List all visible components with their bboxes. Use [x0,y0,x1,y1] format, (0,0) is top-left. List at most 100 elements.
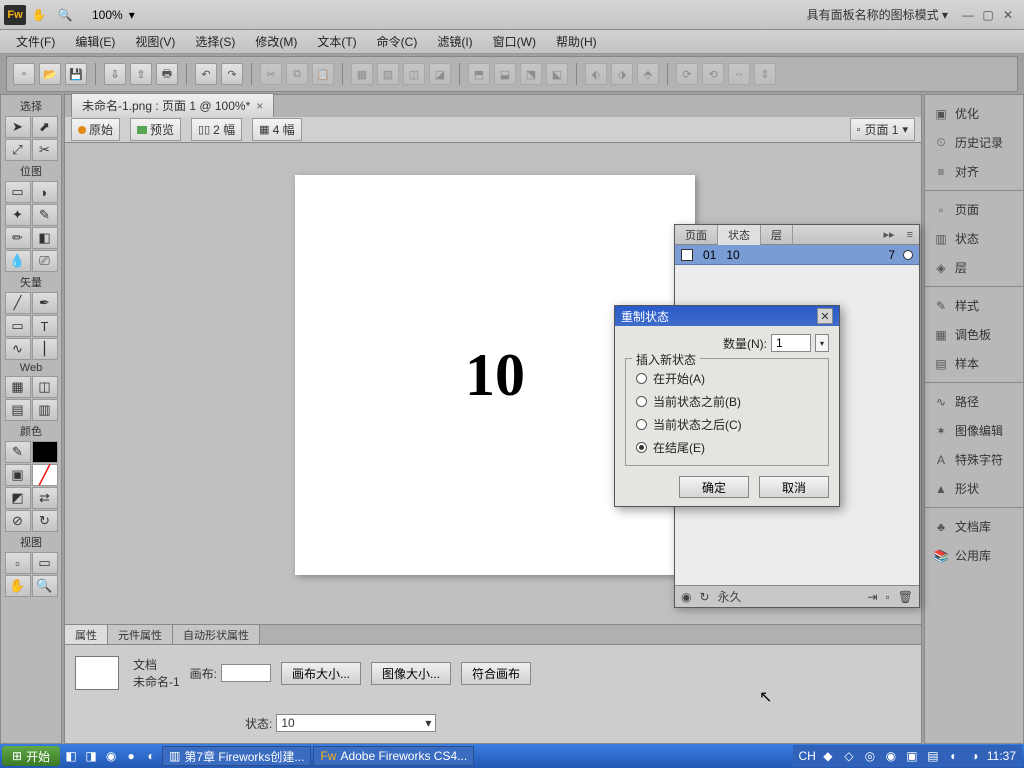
tray-icon[interactable]: ◑ [966,747,984,765]
clock[interactable]: 11:37 [987,749,1016,763]
cancel-button[interactable]: 取消 [759,476,829,498]
panel-layers[interactable]: ◈层 [925,253,1023,282]
lasso-tool-icon[interactable]: ◗ [32,181,58,203]
panel-styles[interactable]: ✎样式 [925,291,1023,320]
stamp-tool-icon[interactable]: ⎚ [32,250,58,272]
swap-colors-icon[interactable]: ⇄ [32,487,58,509]
view-4up-button[interactable]: ▦ 4 幅 [252,118,301,141]
bring-front-icon[interactable]: ⬒ [468,63,490,85]
menu-file[interactable]: 文件(F) [6,31,65,52]
panel-pages[interactable]: ▫页面 [925,195,1023,224]
menu-select[interactable]: 选择(S) [185,31,245,52]
zoom-level[interactable]: 100% ▾ [86,8,135,22]
taskbar-item[interactable]: FwAdobe Fireworks CS4... [313,746,474,766]
minimize-icon[interactable]: — [960,8,976,22]
menu-view[interactable]: 视图(V) [125,31,185,52]
align-left-icon[interactable]: ⬖ [585,63,607,85]
group-icon[interactable]: ▦ [351,63,373,85]
canvas-color-swatch[interactable] [221,664,271,682]
scale-tool-icon[interactable]: ⤢ [5,139,31,161]
close-tab-icon[interactable]: × [256,99,263,113]
doc-tab[interactable]: 未命名-1.png : 页面 1 @ 100%* × [71,93,274,117]
quantity-input[interactable] [771,334,811,352]
stroke-color-icon[interactable]: ✎ [5,441,31,463]
image-size-button[interactable]: 图像大小... [371,662,451,685]
view-preview-button[interactable]: 预览 [130,118,181,141]
hand-tool-icon[interactable]: ✋ [30,6,48,24]
default-colors-icon[interactable]: ◩ [5,487,31,509]
quicklaunch-icon[interactable]: ● [122,747,140,765]
tray-icon[interactable]: ▣ [903,747,921,765]
ungroup-icon[interactable]: ▧ [377,63,399,85]
menu-commands[interactable]: 命令(C) [367,31,428,52]
no-color-icon[interactable]: ⊘ [5,510,31,532]
collapse-icon[interactable]: ▸▸ [878,228,901,241]
delete-state-icon[interactable]: 🗑 [898,590,913,604]
text-tool-icon[interactable]: T [32,315,58,337]
radio-begin[interactable]: 在开始(A) [636,367,818,390]
loop-icon[interactable]: ↻ [699,590,709,604]
subselect-tool-icon[interactable]: ⬈ [32,116,58,138]
close-icon[interactable]: ✕ [1000,8,1016,22]
flip-h-icon[interactable]: ⇔ [728,63,750,85]
hotspot-tool-icon[interactable]: ▦ [5,376,31,398]
show-slice-icon[interactable]: ▥ [32,399,58,421]
quicklaunch-icon[interactable]: ◨ [82,747,100,765]
workspace-switcher[interactable]: 具有面板名称的图标模式 ▾ [799,6,956,23]
states-panel-header[interactable]: 页面 状态 层 ▸▸ ≡ [675,225,919,245]
ok-button[interactable]: 确定 [679,476,749,498]
panel-history[interactable]: ⏲历史记录 [925,128,1023,157]
rotate-ccw-icon[interactable]: ⟲ [702,63,724,85]
distribute-icon[interactable]: ⇥ [867,590,877,604]
send-backward-icon[interactable]: ⬕ [546,63,568,85]
wand-tool-icon[interactable]: ✦ [5,204,31,226]
panel-samples[interactable]: ▤样本 [925,349,1023,378]
hide-slice-icon[interactable]: ▤ [5,399,31,421]
send-back-icon[interactable]: ⬔ [520,63,542,85]
bring-forward-icon[interactable]: ⬓ [494,63,516,85]
taskbar-item[interactable]: ▥第7章 Fireworks创建... [162,746,311,766]
line-tool-icon[interactable]: ╱ [5,292,31,314]
slice-tool-icon[interactable]: ◫ [32,376,58,398]
tray-icon[interactable]: ▤ [924,747,942,765]
panel-image-editing[interactable]: ✶图像编辑 [925,416,1023,445]
tab-properties[interactable]: 属性 [65,625,108,644]
dialog-titlebar[interactable]: 重制状态 ✕ [615,306,839,326]
spinner-icon[interactable]: ▾ [815,334,829,352]
state-dropdown[interactable]: 10▾ [276,714,436,732]
knife-tool-icon[interactable]: ⎮ [32,338,58,360]
paste-icon[interactable]: 📋 [312,63,334,85]
brush-tool-icon[interactable]: ✎ [32,204,58,226]
menu-window[interactable]: 窗口(W) [483,31,546,52]
tab-symbol-props[interactable]: 元件属性 [108,625,173,644]
copy-icon[interactable]: ⧉ [286,63,308,85]
align-center-icon[interactable]: ⬗ [611,63,633,85]
view-original-button[interactable]: 原始 [71,118,120,141]
radio-after[interactable]: 当前状态之后(C) [636,413,818,436]
pen-tool-icon[interactable]: ✒ [32,292,58,314]
pencil-tool-icon[interactable]: ✏ [5,227,31,249]
fill-color-icon[interactable]: ▣ [5,464,31,486]
tray-icon[interactable]: ◉ [882,747,900,765]
panel-special-chars[interactable]: A特殊字符 [925,445,1023,474]
quicklaunch-icon[interactable]: ◐ [142,747,160,765]
open-icon[interactable]: 📂 [39,63,61,85]
tab-layers[interactable]: 层 [761,225,793,245]
zoom-icon[interactable]: 🔍 [32,575,58,597]
zoom-tool-icon[interactable]: 🔍 [56,6,74,24]
fullscreen-icon[interactable]: ▭ [32,552,58,574]
cut-icon[interactable]: ✂ [260,63,282,85]
align-right-icon[interactable]: ⬘ [637,63,659,85]
save-icon[interactable]: 💾 [65,63,87,85]
state-row[interactable]: 01 10 7 [675,245,919,265]
stroke-swatch[interactable] [32,441,58,463]
tab-pages[interactable]: 页面 [675,225,718,245]
quicklaunch-icon[interactable]: ◧ [62,747,80,765]
flip-v-icon[interactable]: ⇕ [754,63,776,85]
state-radio[interactable] [903,250,913,260]
tab-autoshape-props[interactable]: 自动形状属性 [173,625,260,644]
menu-text[interactable]: 文本(T) [307,31,366,52]
onion-skin-icon[interactable]: ◉ [681,590,691,604]
canvas-size-button[interactable]: 画布大小... [281,662,361,685]
undo-icon[interactable]: ↶ [195,63,217,85]
